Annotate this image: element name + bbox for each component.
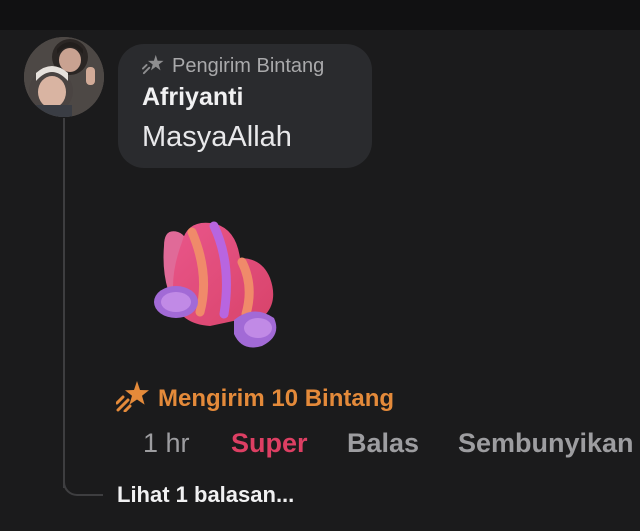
comment-author[interactable]: Afriyanti	[142, 83, 243, 112]
comment-text: MasyaAllah	[142, 121, 292, 153]
super-button[interactable]: Super	[231, 428, 308, 459]
stars-sent-text: Mengirim 10 Bintang	[158, 384, 395, 412]
view-replies-link[interactable]: Lihat 1 balasan...	[117, 482, 294, 508]
star-sender-badge: Pengirim Bintang	[142, 53, 324, 80]
top-bar	[0, 0, 640, 30]
avatar[interactable]	[24, 37, 104, 117]
comment-timestamp: 1 hr	[143, 428, 190, 458]
stars-sent-label: Mengirim 10 Bintang	[115, 380, 395, 417]
shooting-star-icon	[115, 380, 150, 417]
reply-button[interactable]: Balas	[347, 428, 419, 459]
mitten-glove-sticker	[150, 214, 292, 356]
comment-actions: 1 hr Super Balas Sembunyikan	[143, 428, 640, 460]
star-sender-label: Pengirim Bintang	[172, 55, 325, 77]
star-sender-icon	[142, 53, 164, 80]
hide-button[interactable]: Sembunyikan	[458, 428, 634, 459]
thread-connector	[63, 472, 103, 496]
thread-line	[63, 118, 65, 488]
avatar-photo	[24, 37, 104, 117]
